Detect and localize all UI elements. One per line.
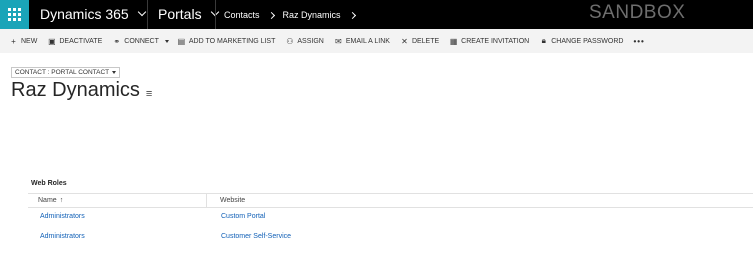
marketing-list-icon: ▤ bbox=[177, 36, 186, 46]
record-menu-icon[interactable]: ≡ bbox=[146, 88, 152, 100]
delete-button[interactable]: ✕ DELETE bbox=[400, 37, 439, 46]
deactivate-icon: ▣ bbox=[48, 36, 56, 46]
delete-label: DELETE bbox=[411, 37, 440, 45]
command-bar: + NEW ▣ DEACTIVATE ⚭ CONNECT ▤ ADD TO MA… bbox=[0, 29, 753, 53]
change-password-button[interactable]: 🔒︎ CHANGE PASSWORD bbox=[539, 36, 624, 46]
create-invitation-label: CREATE INVITATION bbox=[461, 37, 530, 45]
nav-divider bbox=[147, 0, 148, 29]
deactivate-button[interactable]: ▣ DEACTIVATE bbox=[47, 37, 102, 46]
column-divider[interactable] bbox=[206, 194, 207, 207]
form-selector-label: CONTACT : PORTAL CONTACT bbox=[15, 69, 110, 76]
connect-dropdown[interactable] bbox=[164, 38, 169, 45]
deactivate-label: DEACTIVATE bbox=[59, 37, 103, 45]
delete-icon: ✕ bbox=[401, 36, 408, 46]
chevron-right-icon[interactable] bbox=[348, 11, 356, 19]
top-nav-bar: Dynamics 365 Portals Contacts Raz Dynami… bbox=[0, 0, 753, 29]
area-name: Portals bbox=[158, 6, 202, 22]
environment-label: SANDBOX bbox=[589, 2, 686, 23]
chevron-down-icon bbox=[164, 39, 169, 43]
assign-button[interactable]: ⚇ ASSIGN bbox=[285, 36, 324, 46]
create-invitation-button[interactable]: ▦ CREATE INVITATION bbox=[449, 37, 529, 46]
web-role-name-link[interactable]: Administrators bbox=[40, 213, 85, 220]
web-roles-grid-header: Name ↑ Website bbox=[28, 193, 753, 208]
table-row: Administrators Customer Self-Service bbox=[28, 231, 753, 245]
form-selector[interactable]: CONTACT : PORTAL CONTACT bbox=[11, 67, 121, 78]
nav-divider bbox=[215, 0, 216, 29]
column-header-website[interactable]: Website bbox=[220, 197, 245, 204]
record-title: Raz Dynamics bbox=[11, 79, 140, 101]
web-roles-title: Web Roles bbox=[31, 180, 67, 187]
website-link[interactable]: Custom Portal bbox=[221, 213, 265, 220]
page-title: Raz Dynamics ≡ bbox=[11, 79, 152, 102]
chevron-down-icon bbox=[137, 7, 146, 17]
new-label: NEW bbox=[21, 37, 38, 45]
add-to-marketing-list-button[interactable]: ▤ ADD TO MARKETING LIST bbox=[177, 36, 276, 46]
chevron-down-icon bbox=[112, 71, 117, 74]
change-password-label: CHANGE PASSWORD bbox=[551, 37, 624, 45]
assign-label: ASSIGN bbox=[297, 37, 324, 45]
column-header-name[interactable]: Name ↑ bbox=[38, 197, 63, 204]
add-to-marketing-list-label: ADD TO MARKETING LIST bbox=[188, 37, 276, 45]
email-a-link-label: EMAIL A LINK bbox=[345, 37, 390, 45]
app-launcher-icon[interactable] bbox=[0, 0, 29, 29]
web-role-name-link[interactable]: Administrators bbox=[40, 233, 85, 240]
breadcrumb: Contacts Raz Dynamics bbox=[224, 10, 356, 20]
sort-ascending-icon: ↑ bbox=[59, 197, 64, 204]
connect-icon: ⚭ bbox=[113, 36, 121, 46]
plus-icon: + bbox=[11, 36, 16, 46]
chevron-right-icon bbox=[267, 11, 275, 19]
breadcrumb-record[interactable]: Raz Dynamics bbox=[283, 10, 341, 20]
breadcrumb-contacts[interactable]: Contacts bbox=[224, 10, 260, 20]
more-commands-icon[interactable]: ••• bbox=[633, 37, 644, 46]
assign-icon: ⚇ bbox=[286, 36, 294, 46]
lock-icon: 🔒︎ bbox=[541, 36, 546, 45]
email-icon: ✉ bbox=[334, 36, 342, 46]
email-a-link-button[interactable]: ✉ EMAIL A LINK bbox=[334, 37, 390, 46]
connect-label: CONNECT bbox=[124, 37, 159, 45]
connect-button[interactable]: ⚭ CONNECT bbox=[112, 36, 159, 46]
app-switcher[interactable]: Dynamics 365 bbox=[40, 6, 146, 22]
new-button[interactable]: + NEW bbox=[9, 37, 37, 46]
invitation-icon: ▦ bbox=[449, 36, 458, 46]
area-switcher[interactable]: Portals bbox=[158, 6, 219, 22]
app-name: Dynamics 365 bbox=[40, 6, 129, 22]
website-link[interactable]: Customer Self-Service bbox=[221, 233, 291, 240]
column-name-label: Name bbox=[38, 197, 57, 204]
table-row: Administrators Custom Portal bbox=[28, 211, 753, 225]
